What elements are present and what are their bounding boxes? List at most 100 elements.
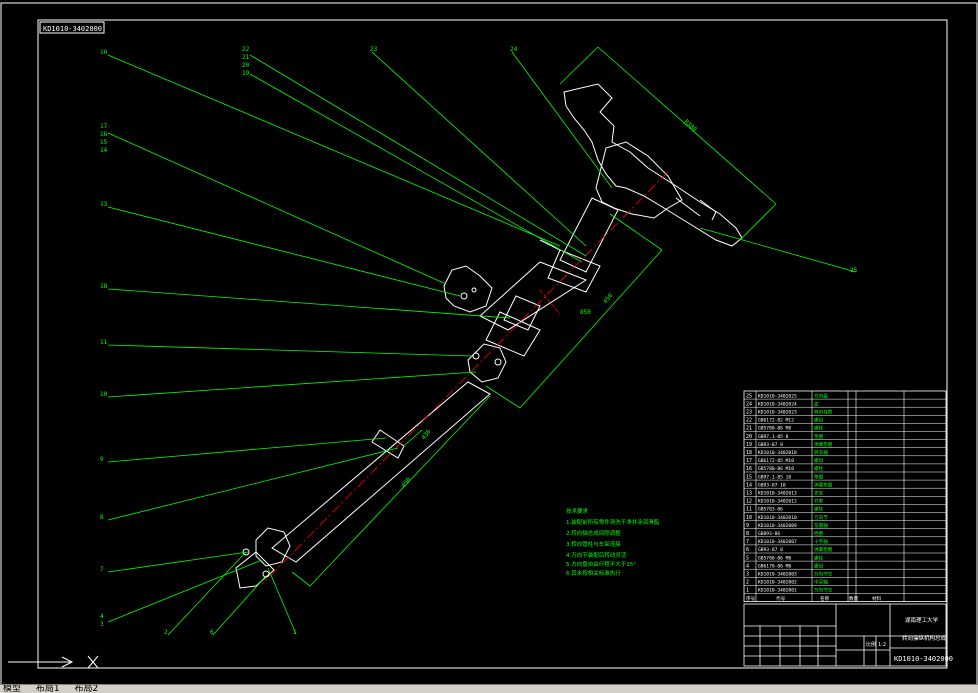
callout-left-2: 16 <box>100 131 108 138</box>
cad-drawing-viewport[interactable]: KD1010-3402000 R380 450 450 430 850 10 1… <box>0 0 978 686</box>
parts-row-name: 螺母 <box>814 417 824 424</box>
callout-left-10: 8 <box>100 514 104 521</box>
callout-left-16: 1 <box>293 629 297 636</box>
parts-header-cell: 数量 <box>849 595 859 602</box>
parts-row-no: 1 <box>746 588 749 594</box>
parts-row-code: KD1010-3402023 <box>758 410 797 416</box>
tech-title: 技术要求 <box>566 507 589 515</box>
parts-row-no: 18 <box>746 450 752 456</box>
callout-left-15: 6 <box>210 629 214 636</box>
parts-row-no: 2 <box>746 580 749 586</box>
parts-row-code: KD1010-3402002 <box>758 580 797 586</box>
callout-left-1: 17 <box>100 123 108 130</box>
parts-row-code: KD1010-3402001 <box>758 588 797 594</box>
title-name: 转向操纵机构总成 <box>902 634 947 642</box>
parts-row-code: GB97.1-85 10 <box>758 474 791 480</box>
parts-row-name: 盖 <box>814 400 819 407</box>
parts-row-no: 5 <box>746 555 749 561</box>
callout-left-5: 13 <box>100 201 108 208</box>
parts-row-code: GB5783-86 <box>758 507 783 513</box>
parts-row-name: 垫圈 <box>814 433 824 440</box>
parts-row-no: 12 <box>746 499 752 505</box>
parts-row-name: 螺栓 <box>814 554 824 561</box>
callout-top-2: 20 <box>242 62 250 69</box>
parts-row-no: 6 <box>746 547 749 553</box>
callout-left-14: 2 <box>164 629 168 636</box>
parts-row-code: GB893-86 <box>758 531 780 537</box>
callout-top-0: 22 <box>242 46 250 53</box>
parts-row-no: 19 <box>746 442 752 448</box>
drawing-number-top: KD1010-3402000 <box>43 25 102 33</box>
parts-row-no: 15 <box>746 474 752 480</box>
callout-left-7: 11 <box>100 339 108 346</box>
scale-value: 1:2 <box>878 642 886 648</box>
callout-left-0: 10 <box>100 49 108 56</box>
parts-row-no: 25 <box>746 393 752 399</box>
callout-right: 25 <box>850 267 858 274</box>
callout-top-5: 24 <box>510 46 518 53</box>
tech-line-4: 4.万向节装配后转动灵活 <box>566 551 627 559</box>
callout-left-13: 3 <box>100 621 104 628</box>
parts-row-code: KD1010-3402025 <box>758 393 797 399</box>
parts-row-name: 万向节叉 <box>814 571 833 578</box>
parts-row-code: KD1010-3402003 <box>758 572 797 578</box>
callout-left-4: 14 <box>100 147 108 154</box>
parts-row-code: GB93-87 8 <box>758 442 783 448</box>
parts-row-name: 弹簧垫圈 <box>814 481 833 488</box>
parts-row-no: 23 <box>746 410 752 416</box>
tech-line-5: 5.方向盘自由行程不大于15° <box>566 560 636 568</box>
parts-row-name: 弹簧垫圈 <box>814 546 833 553</box>
parts-row-code: GB97.1-85 8 <box>758 434 789 440</box>
parts-row-no: 3 <box>746 572 749 578</box>
parts-row-name: 弹簧垫圈 <box>814 441 833 448</box>
callout-top-4: 23 <box>370 46 378 53</box>
title-school: 湖南理工大学 <box>905 616 939 624</box>
parts-row-no: 13 <box>746 491 752 497</box>
callout-left-12: 4 <box>100 613 104 620</box>
callout-top-3: 19 <box>242 70 250 77</box>
parts-row-no: 7 <box>746 539 749 545</box>
parts-row-no: 16 <box>746 466 752 472</box>
tech-line-6: 6.其余按相关标准执行 <box>566 569 621 577</box>
tech-line-1: 1.装配前所有零件清洗干净并涂润滑脂 <box>566 518 660 526</box>
cad-drawing-canvas[interactable]: KD1010-3402000 R380 450 450 430 850 10 1… <box>0 0 978 686</box>
callout-left-11: 7 <box>100 566 104 573</box>
callout-left-9: 9 <box>100 456 104 463</box>
parts-row-name: 螺母 <box>814 562 824 569</box>
parts-row-name: 转向柱管 <box>814 409 833 416</box>
callout-left-3: 15 <box>100 139 108 146</box>
callout-left-6: 18 <box>100 283 108 290</box>
parts-row-name: 花键轴 <box>814 522 828 529</box>
parts-row-name: 挡圈 <box>814 530 824 537</box>
parts-row-code: GB6172-82 M12 <box>758 418 794 424</box>
tech-line-3: 3.转向管柱与车架连接 <box>566 540 621 548</box>
parts-header-cell: 材料 <box>872 595 882 602</box>
parts-row-no: 22 <box>746 418 752 424</box>
parts-row-code: KD1010-3402007 <box>758 539 797 545</box>
parts-row-code: GB6170-86 M8 <box>758 563 791 569</box>
parts-row-no: 11 <box>746 507 752 513</box>
parts-row-name: 方向盘 <box>814 392 828 399</box>
parts-row-code: GB93-87 10 <box>758 482 786 488</box>
scale-label: 比例 <box>866 641 876 648</box>
parts-header-cell: 名称 <box>820 595 830 602</box>
parts-row-code: KD1010-3402009 <box>758 523 797 529</box>
parts-row-name: 螺栓 <box>814 465 824 472</box>
parts-row-name: 万向节叉 <box>814 587 833 594</box>
parts-row-code: KD1010-3402013 <box>758 491 797 497</box>
parts-row-code: GB5780-86 M8 <box>758 426 791 432</box>
callout-left-8: 10 <box>100 391 108 398</box>
parts-row-no: 8 <box>746 531 749 537</box>
parts-row-no: 24 <box>746 401 752 407</box>
parts-row-name: 十字轴 <box>814 538 828 545</box>
parts-row-code: GB93-87 8 <box>758 547 783 553</box>
parts-row-name: 中间轴 <box>814 579 828 586</box>
dimension-angle: 850 <box>580 309 591 316</box>
parts-row-name: 螺母 <box>814 457 824 464</box>
callout-top-1: 21 <box>242 54 250 61</box>
parts-row-name: 转向轴 <box>814 449 828 456</box>
tech-line-2: 2.转向轴总成间隙调整 <box>566 529 621 537</box>
parts-row-code: KD1010-3402018 <box>758 450 797 456</box>
parts-header-cell: 序号 <box>746 595 756 602</box>
parts-row-code: KD1010-3402010 <box>758 515 797 521</box>
